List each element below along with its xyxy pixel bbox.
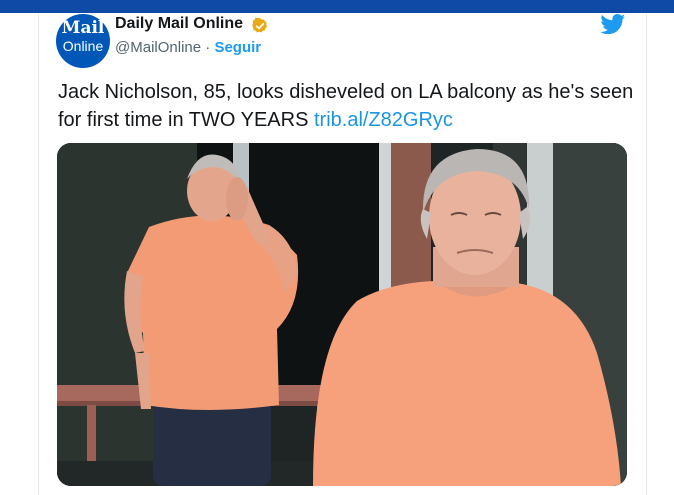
handle-separator: ·: [205, 39, 211, 56]
top-color-bar: [0, 0, 674, 13]
tweet-text: Jack Nicholson, 85, looks disheveled on …: [58, 78, 638, 134]
avatar-text-online: Online: [62, 38, 104, 54]
account-handle[interactable]: @MailOnline: [115, 39, 201, 56]
photo-illustration: [57, 143, 627, 486]
handle-row: @MailOnline · Seguir: [115, 39, 261, 56]
verified-badge-icon: [252, 17, 268, 33]
tweet-photo[interactable]: [57, 143, 627, 486]
tweet-link[interactable]: trib.al/Z82GRyc: [314, 109, 453, 131]
account-name[interactable]: Daily Mail Online: [115, 15, 243, 33]
follow-button[interactable]: Seguir: [214, 39, 261, 56]
avatar[interactable]: Mail Online: [56, 14, 110, 68]
twitter-bird-icon[interactable]: [600, 14, 626, 35]
avatar-text-mail: Mail: [61, 18, 105, 38]
